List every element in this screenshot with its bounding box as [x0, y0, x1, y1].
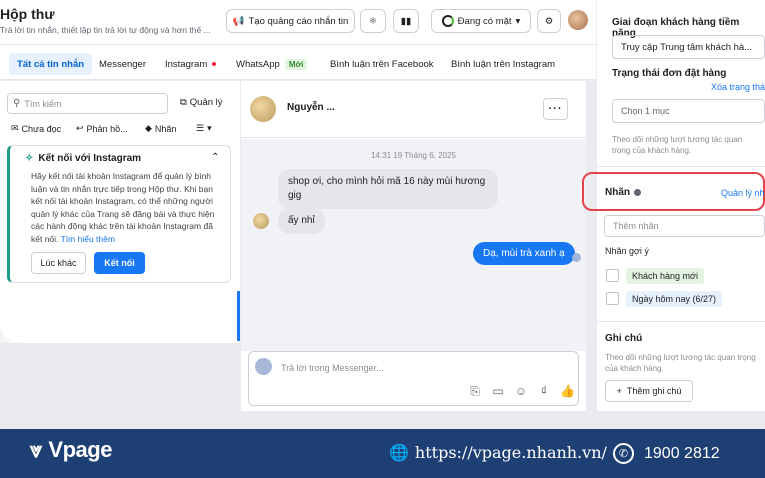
v-logo-icon: ⩔: [30, 437, 43, 462]
incoming-message: shop ơi, cho mình hỏi mã 16 này mùi hươn…: [278, 169, 498, 209]
settings-button[interactable]: ⚙: [537, 9, 561, 33]
sender-avatar: [253, 213, 269, 229]
sparkle-icon: ✧: [25, 153, 34, 164]
divider: [597, 166, 765, 167]
bar-chart-icon: ▮▮: [400, 15, 412, 27]
page-title: Hộp thư: [0, 6, 55, 22]
later-button[interactable]: Lúc khác: [31, 252, 86, 274]
gear-icon: ⚙: [544, 15, 554, 27]
phone-number[interactable]: ✆ 1900 2812: [613, 443, 720, 464]
scrollbar[interactable]: [237, 291, 240, 341]
phone-icon: ✆: [613, 443, 634, 464]
contact-avatar[interactable]: [250, 96, 276, 122]
tab-instagram-comments[interactable]: Bình luận trên Instagram: [443, 53, 563, 75]
manage-button[interactable]: ⧉ Quản lý: [180, 97, 223, 108]
divider: [597, 321, 765, 322]
order-status-note: Theo dõi những lượt tương tác quan trọng…: [612, 135, 743, 155]
seen-indicator: [572, 253, 581, 262]
ellipsis-icon: ···: [548, 103, 563, 115]
attachment-icon[interactable]: ⎘: [468, 384, 482, 399]
tag-checkbox[interactable]: [606, 269, 619, 282]
more-options-button[interactable]: ···: [543, 98, 568, 120]
conversation-item[interactable]: [0, 291, 240, 343]
currency-icon[interactable]: ₫: [537, 384, 551, 398]
megaphone-icon: 📢: [232, 15, 245, 27]
reply-icon: ↩: [76, 123, 84, 133]
outgoing-message: Dạ, mùi trà xanh ạ: [473, 242, 575, 265]
tab-all-messages[interactable]: Tất cả tin nhắn: [9, 53, 93, 75]
reply-composer[interactable]: [248, 351, 579, 406]
create-ad-button[interactable]: 📢 Tạo quảng cáo nhắn tin: [226, 9, 355, 33]
manage-tags-link[interactable]: Quản lý nh: [721, 188, 765, 198]
collapse-card-button[interactable]: ⌃: [211, 152, 219, 163]
info-icon: [634, 189, 641, 196]
search-input[interactable]: ⚲ Tìm kiếm: [7, 93, 168, 114]
suggested-tag[interactable]: Khách hàng mới: [626, 268, 704, 284]
presence-icon: [441, 15, 454, 27]
page-avatar-small: [255, 358, 272, 375]
insights-button[interactable]: ▮▮: [393, 9, 419, 33]
tab-bar: Tất cả tin nhắn Messenger Instagram What…: [0, 44, 596, 80]
suggested-tag[interactable]: Ngày hôm nay (6/27): [626, 291, 723, 307]
add-note-button[interactable]: + Thêm ghi chú: [605, 380, 693, 402]
saved-reply-icon[interactable]: ▭: [491, 384, 505, 398]
page-avatar[interactable]: [568, 10, 588, 30]
filter-unread[interactable]: ✉ Chưa đọc: [11, 123, 61, 134]
tab-instagram[interactable]: Instagram: [157, 53, 224, 75]
add-tag-input[interactable]: Thêm nhãn: [604, 215, 765, 237]
message-timestamp: 14:31 19 Tháng 6, 2025: [371, 151, 456, 160]
learn-more-link[interactable]: Tìm hiểu thêm: [61, 234, 115, 244]
chevron-up-icon: ⌃: [211, 152, 220, 163]
chevron-down-icon: ▾: [207, 123, 212, 133]
plus-icon: +: [616, 386, 622, 396]
unread-dot: [212, 62, 217, 66]
search-placeholder: Tìm kiếm: [24, 98, 62, 109]
brand-logo: ⩔ Vpage: [30, 437, 112, 462]
tags-label: Nhãn: [605, 187, 641, 198]
presence-status-button[interactable]: Đang có mặt ▾: [431, 9, 531, 33]
page-subtitle: Trả lời tin nhắn, thiết lập tin trả lời …: [0, 25, 211, 35]
conversation-item-area: [0, 291, 240, 343]
filter-tags[interactable]: ◆ Nhãn: [145, 123, 176, 134]
search-icon: ⚲: [13, 98, 21, 109]
envelope-icon: ✉: [11, 123, 19, 133]
incoming-message: ấy nhỉ: [278, 208, 325, 234]
filter-options-button[interactable]: ☰ ▾: [196, 123, 212, 134]
notes-label: Ghi chú: [605, 333, 643, 344]
atom-icon-button[interactable]: ⚛: [360, 9, 386, 33]
globe-icon: 🌐: [389, 443, 409, 462]
create-ad-label: Tạo quảng cáo nhắn tin: [248, 15, 349, 27]
tab-messenger[interactable]: Messenger: [91, 53, 154, 75]
layers-icon: ⧉: [180, 97, 187, 108]
ig-card-body: Hãy kết nối tài khoản Instagram để quản …: [31, 171, 215, 244]
reply-placeholder: Trả lời trong Messenger...: [281, 363, 384, 373]
emoji-icon[interactable]: ☺: [514, 384, 528, 398]
new-badge: Mới: [284, 58, 308, 70]
order-status-select[interactable]: Chọn 1 mục: [612, 99, 765, 123]
presence-status-label: Đang có mặt: [457, 15, 512, 27]
lead-stage-select[interactable]: Truy cập Trung tâm khách hà...: [612, 35, 765, 59]
tag-icon: ◆: [145, 123, 152, 133]
website-link[interactable]: 🌐 https://vpage.nhanh.vn/: [389, 443, 607, 462]
sliders-icon: ☰: [196, 123, 205, 133]
suggested-tags-label: Nhãn gợi ý: [605, 246, 649, 256]
ig-card-title: ✧ Kết nối với Instagram: [25, 153, 142, 164]
clear-status-link[interactable]: Xóa trạng thá: [711, 82, 765, 92]
tab-facebook-comments[interactable]: Bình luận trên Facebook: [322, 53, 442, 75]
tab-whatsapp[interactable]: WhatsApp Mới: [228, 53, 315, 75]
filter-responses[interactable]: ↩ Phản hồ...: [76, 123, 128, 134]
order-status-label: Trạng thái đơn đặt hàng: [612, 68, 727, 79]
notes-note: Theo dõi những lượt tương tác quan trọng…: [605, 353, 756, 373]
connect-button[interactable]: Kết nối: [94, 252, 145, 274]
thumbs-up-icon[interactable]: 👍: [560, 384, 575, 398]
atom-icon: ⚛: [368, 15, 378, 27]
tag-checkbox[interactable]: [606, 292, 619, 305]
contact-name[interactable]: Nguyễn ...: [287, 102, 335, 113]
chevron-down-icon: ▾: [515, 15, 521, 27]
